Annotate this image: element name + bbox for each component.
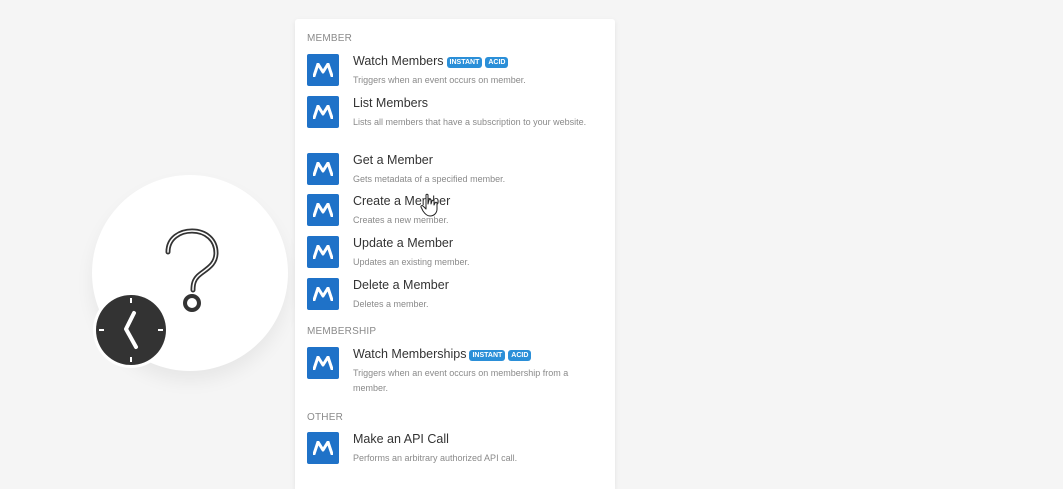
section-header-other: OTHER bbox=[307, 412, 343, 423]
acid-badge: ACID bbox=[508, 350, 532, 361]
memberstack-m-icon bbox=[307, 347, 339, 379]
item-title: List Members bbox=[353, 96, 429, 110]
hand-cursor-icon bbox=[420, 193, 438, 217]
memberstack-m-icon bbox=[307, 236, 339, 268]
memberstack-m-icon bbox=[307, 278, 339, 310]
module-list-panel: MEMBER Watch Members INSTANT ACID Triggers… bbox=[295, 19, 615, 489]
item-description: Triggers when an event occurs on member. bbox=[353, 75, 526, 85]
item-description: Deletes a member. bbox=[353, 299, 429, 309]
item-description: Updates an existing member. bbox=[353, 257, 470, 267]
item-description: Performs an arbitrary authorized API cal… bbox=[353, 453, 518, 463]
memberstack-m-icon bbox=[307, 96, 339, 128]
item-description: Gets metadata of a specified member. bbox=[353, 174, 506, 184]
acid-badge: ACID bbox=[485, 57, 509, 68]
memberstack-m-icon bbox=[307, 54, 339, 86]
section-header-membership: MEMBERSHIP bbox=[307, 326, 377, 337]
memberstack-m-icon bbox=[307, 432, 339, 464]
clock-icon[interactable] bbox=[92, 291, 170, 369]
instant-badge: INSTANT bbox=[469, 350, 506, 361]
item-title: Watch Memberships bbox=[353, 347, 467, 361]
section-header-member: MEMBER bbox=[307, 33, 353, 44]
item-description: Lists all members that have a subscripti… bbox=[353, 117, 587, 127]
memberstack-m-icon bbox=[307, 194, 339, 226]
item-description: Triggers when an event occurs on members… bbox=[353, 368, 569, 393]
item-description: Creates a new member. bbox=[353, 215, 449, 225]
item-title-row: Watch Members INSTANT ACID bbox=[353, 54, 509, 68]
instant-badge: INSTANT bbox=[446, 57, 483, 68]
item-title: Get a Member bbox=[353, 153, 433, 167]
item-title: Watch Members bbox=[353, 54, 444, 68]
item-title: Delete a Member bbox=[353, 278, 449, 292]
item-title: Make an API Call bbox=[353, 432, 449, 446]
item-title-row: Watch Memberships INSTANT ACID bbox=[353, 347, 532, 361]
memberstack-m-icon bbox=[307, 153, 339, 185]
item-title: Update a Member bbox=[353, 236, 454, 250]
